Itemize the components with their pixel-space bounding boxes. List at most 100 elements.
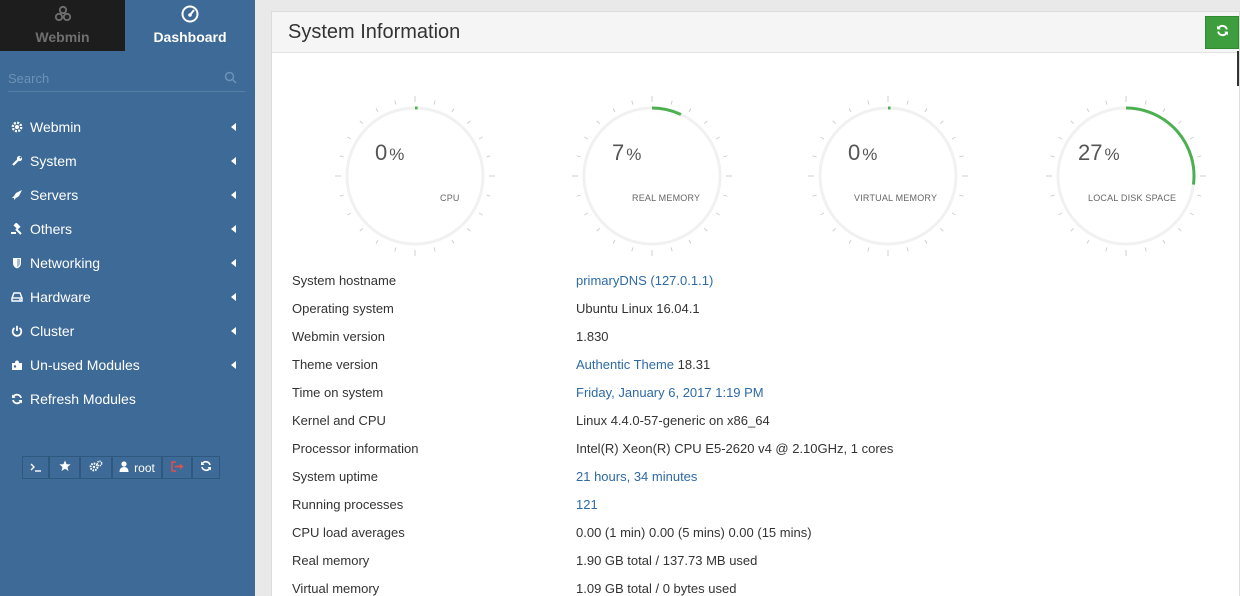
gauge-tick — [584, 136, 589, 140]
gauge-tick — [478, 212, 483, 216]
gauge-tick — [715, 136, 720, 140]
gavel-icon — [10, 222, 24, 236]
info-row-real-memory: Real memory 1.90 GB total / 137.73 MB us… — [292, 546, 1222, 574]
gauge-real-memory: 7% REAL MEMORY — [572, 96, 732, 256]
info-key: Processor information — [292, 440, 419, 456]
refresh-icon — [200, 460, 212, 475]
sidebar-item-unused-modules[interactable]: Un-used Modules — [0, 348, 255, 382]
search-input[interactable] — [8, 66, 218, 90]
gauge-arc — [1125, 106, 1196, 185]
gauge-tick — [359, 120, 364, 125]
theme-link[interactable]: Authentic Theme — [576, 357, 674, 372]
sidebar-item-label: Servers — [30, 187, 79, 203]
gauge-tick — [394, 100, 397, 105]
gauge-tick — [486, 194, 491, 197]
gauge-tick — [1070, 227, 1075, 232]
sidebar-item-servers[interactable]: Servers — [0, 178, 255, 212]
info-key: Virtual memory — [292, 580, 380, 596]
info-value: 1.830 — [576, 328, 609, 344]
gauge-track — [582, 106, 722, 246]
gauge-tick — [1086, 239, 1090, 244]
sidebar-item-networking[interactable]: Networking — [0, 246, 255, 280]
refresh-button[interactable] — [1205, 16, 1239, 49]
gauge-tick — [339, 194, 344, 197]
info-row-hostname: System hostname primaryDNS (127.0.1.1) — [292, 266, 1222, 294]
gauge-tick — [1105, 100, 1108, 105]
tab-webmin[interactable]: Webmin — [0, 0, 125, 51]
info-key: CPU load averages — [292, 524, 405, 540]
sidebar-item-hardware[interactable]: Hardware — [0, 280, 255, 314]
info-value: Ubuntu Linux 16.04.1 — [576, 300, 700, 316]
gauge-dial — [808, 96, 968, 256]
settings-button[interactable] — [80, 456, 112, 479]
caret-left-icon — [231, 123, 236, 131]
gauge-tick — [433, 247, 436, 252]
user-button[interactable]: root — [112, 456, 162, 479]
sidebar-item-others[interactable]: Others — [0, 212, 255, 246]
gauge-dial — [572, 96, 732, 256]
info-row-uptime: System uptime 21 hours, 34 minutes — [292, 462, 1222, 490]
gauge-tick — [820, 136, 825, 140]
info-value: 1.90 GB total / 137.73 MB used — [576, 552, 758, 568]
gauge-tick — [631, 247, 634, 252]
gauge-tick — [832, 227, 837, 232]
gauge-tick — [596, 227, 601, 232]
gauge-label: REAL MEMORY — [632, 193, 701, 203]
gauge-tick — [812, 194, 817, 197]
time-link[interactable]: Friday, January 6, 2017 1:19 PM — [576, 385, 764, 400]
gauge-local-disk-space: 27% LOCAL DISK SPACE — [1046, 96, 1206, 256]
gauge-tick — [924, 108, 928, 113]
sidebar-item-label: Refresh Modules — [30, 391, 136, 407]
gauge-tick — [631, 100, 634, 105]
gauge-value: 27% — [1078, 140, 1120, 165]
gauge-tick — [703, 227, 708, 232]
info-key: Time on system — [292, 384, 384, 400]
gauge-tick — [1162, 239, 1166, 244]
logout-icon — [170, 460, 184, 475]
panel-header: System Information — [272, 12, 1239, 53]
favorites-button[interactable] — [49, 456, 80, 479]
terminal-button[interactable] — [22, 456, 49, 479]
hostname-link[interactable]: primaryDNS (127.0.1.1) — [576, 273, 713, 288]
processes-link[interactable]: 121 — [576, 497, 598, 512]
sidebar-item-cluster[interactable]: Cluster — [0, 314, 255, 348]
search-icon[interactable] — [224, 71, 237, 89]
info-value: Authentic Theme 18.31 — [576, 357, 710, 372]
gauge-tick — [924, 239, 928, 244]
gauge-tick — [1197, 155, 1202, 158]
gauge-tick — [1058, 136, 1063, 140]
search-box — [8, 66, 245, 92]
logout-button[interactable] — [162, 456, 192, 479]
sidebar-item-system[interactable]: System — [0, 144, 255, 178]
caret-left-icon — [231, 361, 236, 369]
sidebar-item-webmin[interactable]: Webmin — [0, 110, 255, 144]
refresh-icon — [1216, 24, 1229, 42]
sidebar-item-refresh-modules[interactable]: Refresh Modules — [0, 382, 255, 416]
info-key: Theme version — [292, 356, 378, 372]
gauge-tick — [394, 247, 397, 252]
gauge-tick — [1050, 155, 1055, 158]
gauge-value: 7% — [612, 140, 642, 165]
tab-dashboard-label: Dashboard — [153, 29, 227, 45]
gauge-tick — [584, 212, 589, 216]
reload-button[interactable] — [192, 456, 220, 479]
gauge-tick — [723, 194, 728, 197]
info-row-time: Time on system Friday, January 6, 2017 1… — [292, 378, 1222, 406]
gauge-tick — [1144, 100, 1147, 105]
gauge-tick — [951, 136, 956, 140]
gauge-tick — [347, 212, 352, 216]
gauge-tick — [820, 212, 825, 216]
info-row-load: CPU load averages 0.00 (1 min) 0.00 (5 m… — [292, 518, 1222, 546]
gauge-tick — [1144, 247, 1147, 252]
system-info-panel: System Information 0% CPU 7% REAL MEMORY… — [271, 11, 1240, 596]
gauge-tick — [959, 194, 964, 197]
gauge-value: 0% — [375, 140, 405, 165]
gauge-tick — [848, 239, 852, 244]
uptime-link[interactable]: 21 hours, 34 minutes — [576, 469, 697, 484]
gauge-tick — [703, 120, 708, 125]
webmin-logo-icon — [53, 3, 73, 25]
info-key: System uptime — [292, 468, 378, 484]
caret-left-icon — [231, 157, 236, 165]
tab-dashboard[interactable]: Dashboard — [125, 0, 255, 51]
gauge-tick — [867, 100, 870, 105]
